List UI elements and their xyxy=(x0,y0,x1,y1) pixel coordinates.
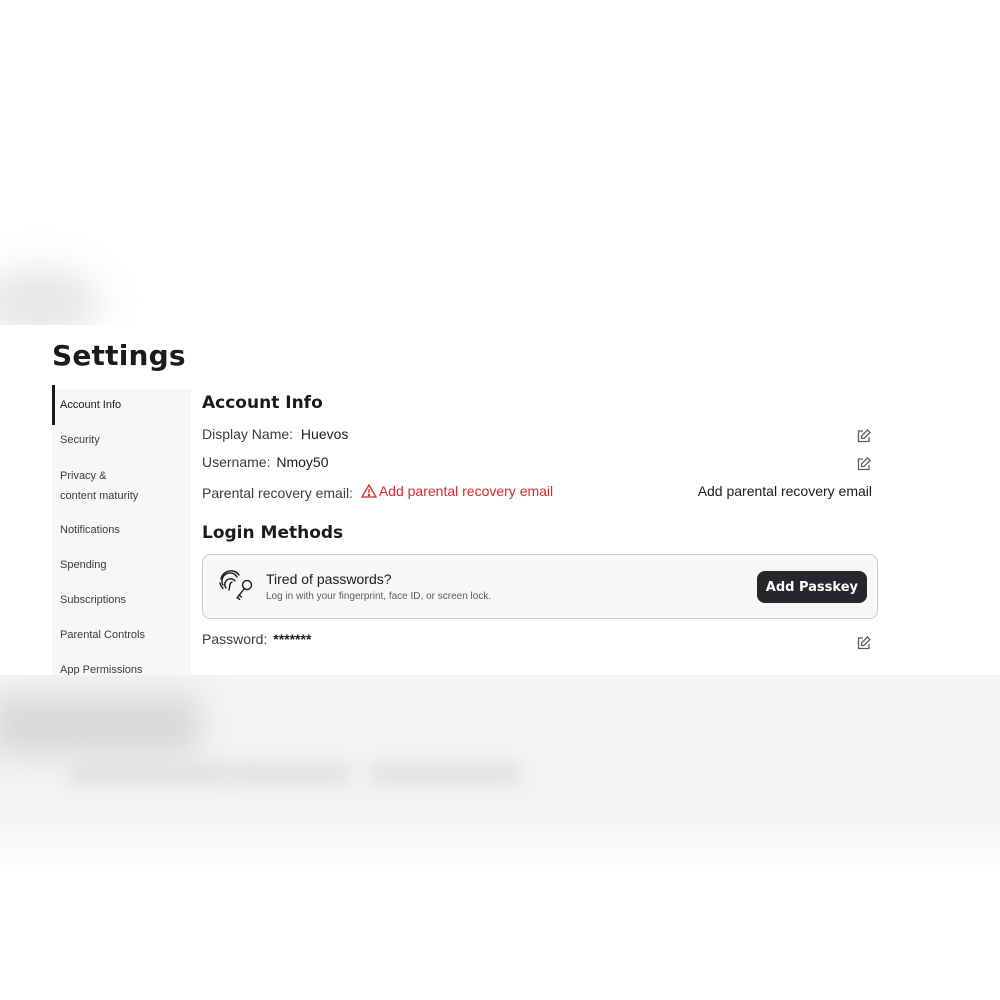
settings-view: Settings Account Info Security Privacy &… xyxy=(0,325,1000,675)
edit-icon xyxy=(857,429,871,443)
edit-password-button[interactable] xyxy=(856,635,872,651)
edit-display-name-button[interactable] xyxy=(856,428,872,444)
display-name-value: Huevos xyxy=(300,426,349,442)
sidebar-item-label: Parental Controls xyxy=(60,629,145,641)
display-name-label: Display Name: xyxy=(202,426,294,442)
sidebar-item-subscriptions[interactable]: Subscriptions xyxy=(52,590,191,610)
add-parental-email-link[interactable]: Add parental recovery email xyxy=(698,483,872,499)
sidebar-item-notifications[interactable]: Notifications xyxy=(52,520,191,540)
edit-icon xyxy=(857,457,871,471)
backdrop-fade xyxy=(0,815,1000,875)
sidebar-item-security[interactable]: Security xyxy=(52,430,191,450)
account-info-heading: Account Info xyxy=(202,393,323,413)
sidebar-item-label: Spending xyxy=(60,559,107,571)
username-value: Nmoy50 xyxy=(276,454,329,470)
sidebar-item-label: App Permissions xyxy=(60,664,143,675)
parental-email-warning: Add parental recovery email xyxy=(360,483,554,499)
sidebar-item-parental-controls[interactable]: Parental Controls xyxy=(52,625,191,645)
username-label: Username: xyxy=(202,454,271,470)
passkey-title: Tired of passwords? xyxy=(266,571,392,587)
sidebar-item-account-info[interactable]: Account Info xyxy=(52,385,191,425)
sidebar-item-spending[interactable]: Spending xyxy=(52,555,191,575)
password-label: Password: xyxy=(202,631,268,647)
fingerprint-key-icon xyxy=(217,567,257,603)
add-passkey-button[interactable]: Add Passkey xyxy=(756,571,867,603)
password-value: ******* xyxy=(273,631,312,647)
sidebar-item-privacy[interactable]: Privacy & content maturity xyxy=(52,466,152,506)
edit-username-button[interactable] xyxy=(856,456,872,472)
sidebar-item-label: Notifications xyxy=(60,524,120,536)
sidebar-item-label: Subscriptions xyxy=(60,594,127,606)
password-row: Password: ******* xyxy=(202,631,878,651)
sidebar-item-app-permissions[interactable]: App Permissions xyxy=(52,660,191,675)
sidebar-item-label: Account Info xyxy=(52,385,191,425)
edit-icon xyxy=(857,636,871,650)
page-title: Settings xyxy=(52,339,186,372)
parental-email-label: Parental recovery email: xyxy=(202,485,353,501)
settings-sidebar: Account Info Security Privacy & content … xyxy=(52,385,191,675)
passkey-subtitle: Log in with your fingerprint, face ID, o… xyxy=(266,591,492,602)
passkey-card: Tired of passwords? Log in with your fin… xyxy=(202,554,878,619)
sidebar-item-label: Security xyxy=(60,434,100,446)
warning-icon xyxy=(360,484,377,498)
parental-email-row: Parental recovery email: Add parental re… xyxy=(202,483,878,503)
parental-email-warning-text: Add parental recovery email xyxy=(378,483,554,499)
username-row: Username: Nmoy50 xyxy=(202,454,878,474)
display-name-row: Display Name: Huevos xyxy=(202,426,878,446)
login-methods-heading: Login Methods xyxy=(202,523,344,543)
sidebar-item-label: Privacy & content maturity xyxy=(60,470,139,502)
page-canvas: Settings Account Info Security Privacy &… xyxy=(0,0,1000,1000)
